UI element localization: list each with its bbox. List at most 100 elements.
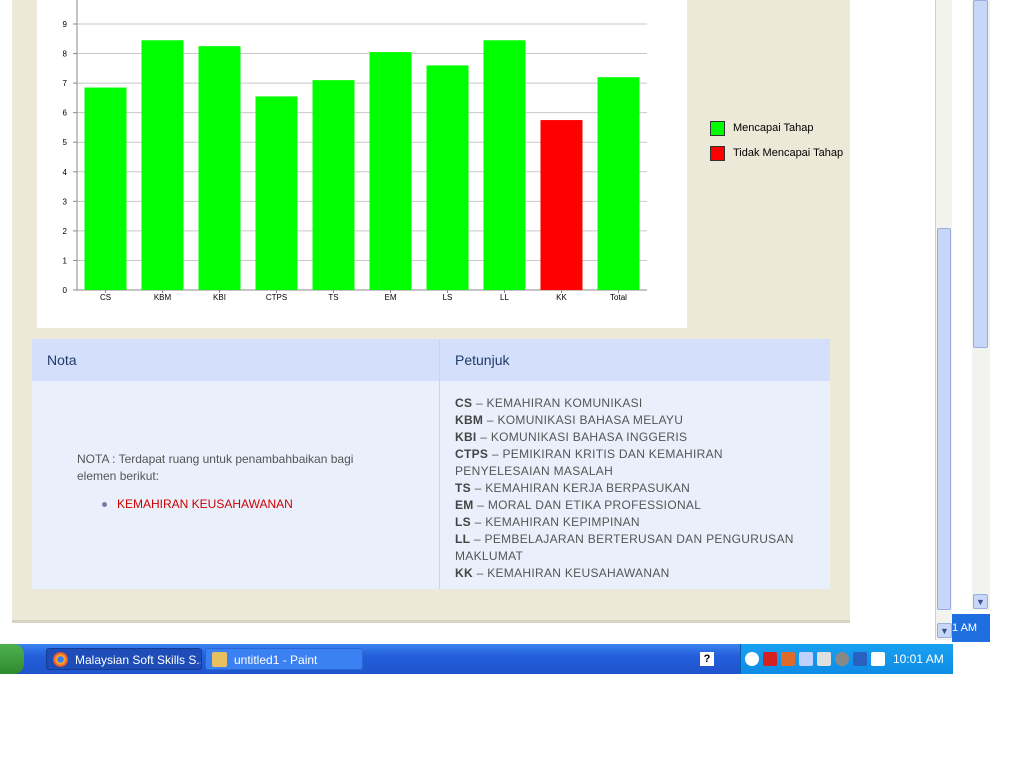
- nota-list: KEMAHIRAN KEUSAHAWANAN: [102, 497, 293, 511]
- petunjuk-code: KBM: [455, 413, 484, 427]
- petunjuk-list: CS – KEMAHIRAN KOMUNIKASI KBM – KOMUNIKAS…: [455, 395, 815, 582]
- petunjuk-desc: MORAL DAN ETIKA PROFESSIONAL: [487, 498, 702, 512]
- petunjuk-entry: EM – MORAL DAN ETIKA PROFESSIONAL: [455, 498, 702, 512]
- taskbar-button-paint[interactable]: untitled1 - Paint: [205, 648, 363, 670]
- shield-icon[interactable]: [763, 652, 777, 666]
- bar-ctps: [255, 96, 298, 291]
- y-tick-label: 8: [63, 50, 68, 59]
- y-tick-label: 1: [63, 256, 68, 265]
- wifi-icon[interactable]: [871, 652, 885, 666]
- legend-label-pass: Mencapai Tahap: [733, 122, 814, 134]
- petunjuk-entry: LS – KEMAHIRAN KEPIMPINAN: [455, 515, 640, 529]
- network-icon[interactable]: [799, 652, 813, 666]
- petunjuk-entry: CS – KEMAHIRAN KOMUNIKASI: [455, 396, 643, 410]
- taskbar-button-label: Malaysian Soft Skills S...: [75, 653, 202, 667]
- petunjuk-desc: KEMAHIRAN KEUSAHAWANAN: [487, 566, 670, 580]
- petunjuk-entry: CTPS – PEMIKIRAN KRITIS DAN KEMAHIRAN PE…: [455, 447, 723, 478]
- petunjuk-entry: KBI – KOMUNIKASI BAHASA INGGERIS: [455, 430, 688, 444]
- petunjuk-code: EM: [455, 498, 474, 512]
- x-tick-label: LS: [443, 293, 453, 302]
- x-tick-label: KK: [556, 293, 567, 302]
- y-tick-label: 9: [63, 20, 68, 29]
- bar-total: [597, 77, 640, 290]
- taskbar-clock: 10:01 AM: [893, 652, 944, 666]
- start-button[interactable]: [0, 644, 24, 674]
- background-window-scrollbar[interactable]: ▼: [972, 0, 990, 610]
- status-icon[interactable]: [853, 652, 867, 666]
- y-tick-label: 0: [63, 286, 68, 295]
- x-tick-label: KBI: [213, 293, 226, 302]
- petunjuk-entry: LL – PEMBELAJARAN BERTERUSAN DAN PENGURU…: [455, 532, 794, 563]
- bar-ll: [483, 40, 526, 290]
- legend-swatch-pass: [710, 120, 725, 136]
- y-tick-label: 5: [63, 138, 68, 147]
- chart-legend: Mencapai Tahap Tidak Mencapai Tahap: [710, 120, 843, 170]
- legend-label-fail: Tidak Mencapai Tahap: [733, 147, 844, 159]
- nota-text: NOTA : Terdapat ruang untuk penambahbaik…: [77, 452, 354, 483]
- background-window-scrollbar-thumb[interactable]: [973, 0, 988, 348]
- petunjuk-entry: TS – KEMAHIRAN KERJA BERPASUKAN: [455, 481, 691, 495]
- bar-kk: [540, 120, 583, 290]
- taskbar-button-label: untitled1 - Paint: [234, 653, 318, 667]
- petunjuk-code: LL: [455, 532, 471, 546]
- bar-chart: 0 1 2 3 4 5 6 7 8 9 CS KBM KBI CTPS TS EM LS LL KK Total: [63, 0, 647, 302]
- help-icon[interactable]: ?: [700, 652, 714, 666]
- petunjuk-desc: KEMAHIRAN KOMUNIKASI: [486, 396, 643, 410]
- petunjuk-desc: PEMIKIRAN KRITIS DAN KEMAHIRAN PENYELESA…: [455, 447, 723, 478]
- petunjuk-header: Petunjuk: [440, 339, 830, 381]
- background-clock-fragment: 1 AM: [952, 614, 990, 642]
- y-tick-label: 3: [63, 197, 68, 206]
- bar-ls: [426, 65, 469, 290]
- page-scrollbar[interactable]: ▼: [935, 0, 953, 640]
- x-tick-label: TS: [328, 293, 338, 302]
- y-tick-label: 2: [63, 227, 68, 236]
- petunjuk-code: KK: [455, 566, 473, 580]
- antivirus-icon[interactable]: [781, 652, 795, 666]
- info-table: Nota NOTA : Terdapat ruang untuk penamba…: [32, 339, 830, 589]
- petunjuk-code: KBI: [455, 430, 477, 444]
- legend-item-pass: Mencapai Tahap: [710, 120, 843, 136]
- bar-em: [369, 52, 412, 291]
- monitor-icon[interactable]: [817, 652, 831, 666]
- petunjuk-desc: KOMUNIKASI BAHASA INGGERIS: [490, 430, 688, 444]
- bar-ts: [312, 80, 355, 291]
- nota-item: KEMAHIRAN KEUSAHAWANAN: [117, 497, 293, 511]
- petunjuk-entry: KBM – KOMUNIKASI BAHASA MELAYU: [455, 413, 684, 427]
- petunjuk-code: TS: [455, 481, 471, 495]
- y-tick-label: 6: [63, 109, 68, 118]
- taskbar: Malaysian Soft Skills S... untitled1 - P…: [0, 644, 953, 674]
- legend-item-fail: Tidak Mencapai Tahap: [710, 145, 843, 161]
- nota-header: Nota: [32, 339, 439, 381]
- x-tick-label: KBM: [154, 293, 172, 302]
- petunjuk-desc: KEMAHIRAN KERJA BERPASUKAN: [485, 481, 691, 495]
- taskbar-button-browser[interactable]: Malaysian Soft Skills S...: [46, 648, 202, 670]
- background-scroll-down-button[interactable]: ▼: [973, 594, 988, 609]
- chart-card: 0 1 2 3 4 5 6 7 8 9 CS KBM KBI CTPS TS EM LS LL KK Total: [37, 0, 687, 328]
- x-tick-label: CTPS: [266, 293, 287, 302]
- x-tick-label: LL: [500, 293, 509, 302]
- x-tick-label: Total: [610, 293, 627, 302]
- petunjuk-desc: PEMBELAJARAN BERTERUSAN DAN PENGURUSAN M…: [455, 532, 794, 563]
- system-tray: 10:01 AM: [740, 644, 953, 674]
- legend-swatch-fail: [710, 145, 725, 161]
- paint-icon: [212, 652, 227, 667]
- chrome-icon: [53, 652, 68, 667]
- x-tick-label: EM: [385, 293, 397, 302]
- petunjuk-code: LS: [455, 515, 471, 529]
- scroll-down-button[interactable]: ▼: [937, 623, 952, 638]
- bar-cs: [84, 87, 127, 291]
- y-tick-label: 4: [63, 168, 68, 177]
- chevron-left-icon[interactable]: [745, 652, 759, 666]
- petunjuk-entry: KK – KEMAHIRAN KEUSAHAWANAN: [455, 566, 670, 580]
- nota-column: Nota NOTA : Terdapat ruang untuk penamba…: [32, 339, 440, 589]
- bar-kbm: [141, 40, 184, 290]
- y-tick-label: 7: [63, 79, 68, 88]
- page-scrollbar-thumb[interactable]: [937, 228, 951, 610]
- petunjuk-desc: KOMUNIKASI BAHASA MELAYU: [497, 413, 684, 427]
- petunjuk-code: CS: [455, 396, 473, 410]
- volume-icon[interactable]: [835, 652, 849, 666]
- petunjuk-code: CTPS: [455, 447, 489, 461]
- bar-kbi: [198, 46, 241, 290]
- x-tick-label: CS: [100, 293, 111, 302]
- bullet-icon: [102, 502, 107, 508]
